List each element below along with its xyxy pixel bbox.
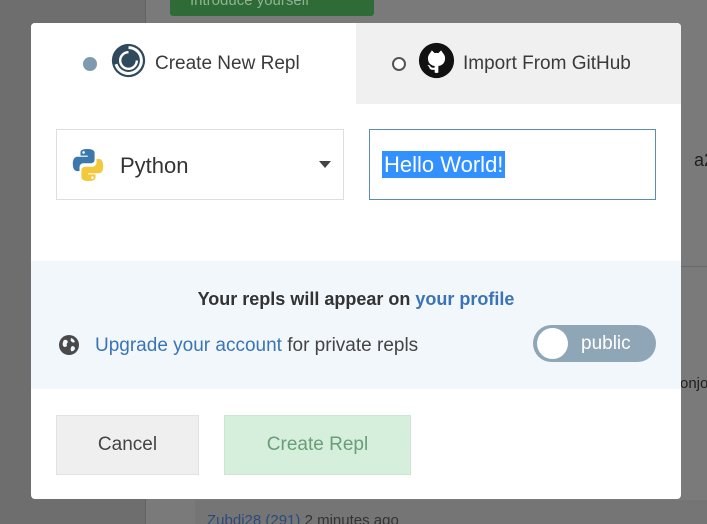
public-private-toggle[interactable]: public — [533, 325, 656, 362]
repl-source-tabs: Create New Repl Import From GitHub — [31, 23, 681, 104]
toggle-label: public — [581, 333, 631, 354]
tab-import-from-github[interactable]: Import From GitHub — [356, 23, 681, 104]
language-select-value: Python — [120, 153, 189, 178]
tab-create-new-repl[interactable]: Create New Repl — [31, 23, 356, 104]
repl-name-input-value[interactable]: Hello World! — [382, 151, 506, 178]
background-text: onjo — [680, 375, 707, 392]
cancel-button[interactable]: Cancel — [56, 415, 199, 475]
toggle-knob[interactable] — [537, 328, 568, 359]
python-icon — [72, 149, 104, 181]
background-user-link: Zubdi28 (291) — [207, 512, 301, 524]
background-introduce-button: Introduce yourself — [170, 0, 374, 16]
tab-create-new-repl-label: Create New Repl — [155, 53, 300, 74]
globe-icon — [59, 335, 79, 355]
upgrade-info-text: Upgrade your account for private repls — [95, 335, 418, 357]
upgrade-account-link[interactable]: Upgrade your account — [95, 335, 282, 356]
create-repl-button[interactable]: Create Repl — [224, 415, 411, 475]
create-repl-modal: Create New Repl Import From GitHub Pytho… — [31, 23, 681, 499]
privacy-info-panel: Your repls will appear on your profile U… — [31, 261, 681, 389]
background-text: a2 — [694, 150, 707, 170]
background-timestamp: 2 minutes ago — [304, 512, 399, 524]
radio-unselected-icon[interactable] — [392, 57, 406, 71]
github-icon — [418, 42, 455, 79]
profile-info-text: Your repls will appear on your profile — [31, 289, 681, 310]
profile-info-prefix: Your repls will appear on — [197, 289, 411, 309]
upgrade-suffix: for private repls — [287, 335, 419, 356]
tab-import-from-github-label: Import From GitHub — [463, 53, 631, 74]
your-profile-link[interactable]: your profile — [415, 289, 514, 309]
replit-icon — [111, 43, 146, 78]
radio-selected-icon[interactable] — [83, 57, 97, 71]
chevron-down-icon — [319, 161, 331, 168]
background-feed-meta: Zubdi28 (291) 2 minutes ago — [207, 512, 399, 524]
language-select[interactable]: Python — [56, 129, 344, 200]
background-rule — [681, 266, 707, 267]
